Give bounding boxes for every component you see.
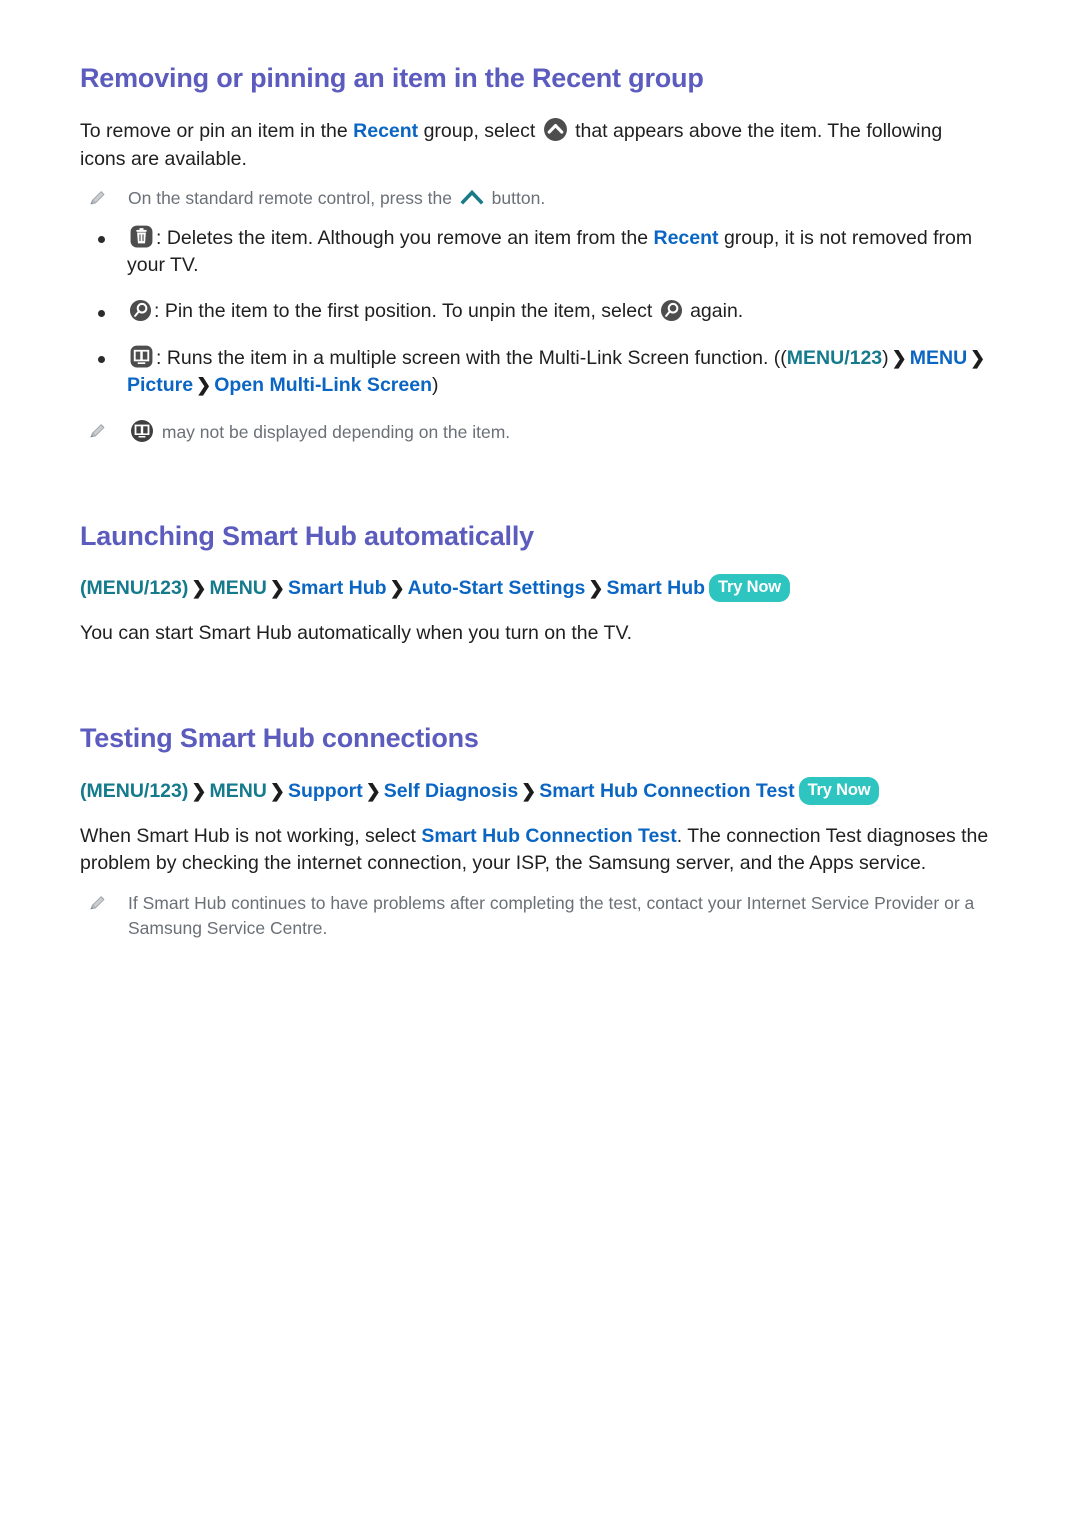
menu-path-item-menu123[interactable]: (MENU/123) — [80, 577, 188, 599]
menu-path-item-menu[interactable]: MENU — [209, 780, 266, 802]
pencil-icon — [88, 893, 106, 913]
menu-path-item-menu[interactable]: MENU — [209, 577, 266, 599]
bullet-delete-text: : Deletes the item. Although you remove … — [127, 224, 1008, 280]
intro-text-part1: To remove or pin an item in the — [80, 119, 354, 142]
bullet-pin-item: : Pin the item to the first position. To… — [98, 298, 1008, 326]
note-multi-link-availability: may not be displayed depending on the it… — [88, 418, 1008, 445]
note-smart-hub-problems: If Smart Hub continues to have problems … — [88, 890, 1008, 942]
try-now-badge[interactable]: Try Now — [798, 776, 880, 805]
chevron-right-icon: ❯ — [970, 347, 986, 368]
page-title-testing-smart-hub: Testing Smart Hub connections — [80, 722, 479, 753]
bullet-pin-part1: : Pin the item to the first position. To… — [154, 300, 658, 323]
bullet-multi-link: : Runs the item in a multiple screen wit… — [98, 344, 1008, 400]
chevron-up-teal-icon — [460, 187, 484, 205]
menu-path-item-smart-hub-2[interactable]: Smart Hub — [606, 577, 705, 599]
note-text-multi-link: may not be displayed depending on the it… — [128, 418, 510, 445]
chevron-right-icon: ❯ — [521, 780, 537, 801]
bullet-dot — [98, 235, 105, 243]
page-title-launching-smart-hub: Launching Smart Hub automatically — [80, 520, 534, 551]
bullet-multi-link-part1: : Runs the item in a multiple screen wit… — [156, 346, 787, 369]
note-remote-part2: button. — [486, 188, 546, 209]
pencil-icon — [88, 188, 106, 208]
bullet-delete-part1: : Deletes the item. Although you remove … — [156, 226, 654, 249]
menu-path-item-open-multi-link-screen[interactable]: Open Multi-Link Screen — [214, 374, 432, 396]
menu-path-launching-smart-hub: (MENU/123) ❯ MENU ❯ Smart Hub ❯ Auto-Start Set… — [80, 574, 1008, 604]
chevron-right-icon: ❯ — [389, 578, 405, 599]
trash-icon — [129, 224, 154, 249]
bullet-multi-link-part2: ) — [431, 374, 439, 397]
menu-path-item-smart-hub[interactable]: Smart Hub — [288, 577, 387, 599]
chevron-right-icon: ❯ — [191, 780, 207, 801]
paren-close-1: ) — [882, 346, 889, 369]
chevron-right-icon: ❯ — [365, 780, 381, 801]
chevron-right-icon: ❯ — [269, 578, 285, 599]
page-title-removing-pinning: Removing or pinning an item in the Recen… — [80, 63, 704, 93]
pin-icon — [129, 299, 152, 322]
note-standard-remote: On the standard remote control, press th… — [88, 185, 1008, 211]
bullet-multi-link-text: : Runs the item in a multiple screen wit… — [127, 344, 1008, 400]
menu-path-item-menu123[interactable]: (MENU/123) — [80, 780, 188, 802]
link-smart-hub-connection-test[interactable]: Smart Hub Connection Test — [421, 825, 676, 847]
multi-link-screen-circle-icon — [130, 419, 155, 444]
chevron-right-icon: ❯ — [588, 578, 604, 599]
bullet-dot — [98, 310, 105, 318]
pencil-icon — [88, 421, 106, 441]
testing-part1: When Smart Hub is not working, select — [80, 824, 422, 847]
chevron-up-circle-icon — [543, 117, 568, 142]
menu-path-item-picture[interactable]: Picture — [127, 374, 193, 396]
note-text-remote: On the standard remote control, press th… — [128, 185, 545, 211]
intro-text-part2: group, select — [418, 119, 541, 142]
paragraph-testing-smart-hub: When Smart Hub is not working, select Sm… — [80, 823, 990, 878]
bullet-pin-text: : Pin the item to the first position. To… — [127, 298, 743, 326]
chevron-right-icon: ❯ — [269, 780, 285, 801]
menu-path-testing-smart-hub: (MENU/123) ❯ MENU ❯ Support ❯ Self Diagnosis ❯ S… — [80, 776, 1008, 807]
link-recent[interactable]: Recent — [353, 120, 418, 142]
multi-link-screen-icon — [129, 344, 154, 369]
manual-page: Removing or pinning an item in the Recen… — [0, 0, 1080, 1527]
menu-path-item-menu123[interactable]: MENU/123 — [787, 347, 882, 369]
menu-path-item-support[interactable]: Support — [288, 780, 363, 802]
note-multi-link-text: may not be displayed depending on the it… — [157, 422, 511, 443]
note-text-smart-hub-problems: If Smart Hub continues to have problems … — [128, 892, 975, 939]
chevron-right-icon: ❯ — [191, 578, 207, 599]
pin-icon — [660, 299, 683, 322]
chevron-right-icon: ❯ — [891, 347, 907, 368]
menu-path-item-auto-start-settings[interactable]: Auto-Start Settings — [408, 577, 586, 599]
bullet-dot — [98, 355, 105, 363]
link-recent-2[interactable]: Recent — [654, 227, 719, 249]
intro-paragraph-removing: To remove or pin an item in the Recent g… — [80, 117, 990, 173]
bullet-delete-item: : Deletes the item. Although you remove … — [98, 224, 1008, 280]
menu-path-item-self-diagnosis[interactable]: Self Diagnosis — [384, 780, 518, 802]
bullet-pin-part2: again. — [684, 300, 744, 323]
try-now-badge[interactable]: Try Now — [709, 574, 790, 603]
note-remote-part1: On the standard remote control, press th… — [128, 188, 457, 209]
chevron-right-icon: ❯ — [196, 375, 212, 396]
paragraph-launching-smart-hub: You can start Smart Hub automatically wh… — [80, 622, 633, 645]
menu-path-item-smart-hub-connection-test[interactable]: Smart Hub Connection Test — [539, 780, 794, 802]
menu-path-item-menu[interactable]: MENU — [910, 347, 967, 369]
